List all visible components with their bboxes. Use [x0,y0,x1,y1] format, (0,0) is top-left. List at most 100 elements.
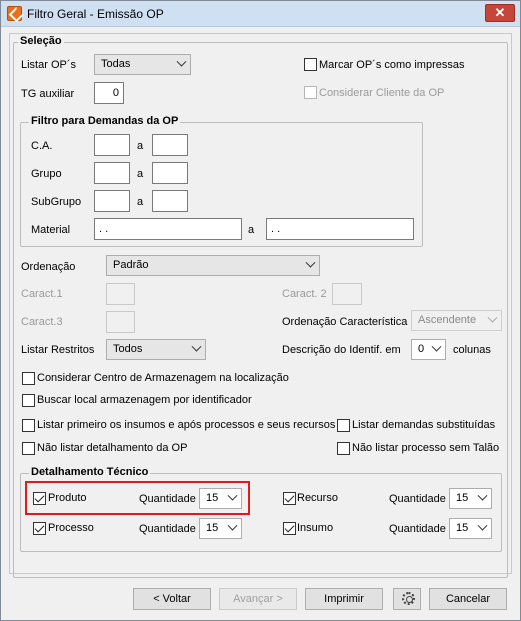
subgrupo-label: SubGrupo [31,196,82,208]
dialog-window: Filtro Geral - Emissão OP ✕ Seleção List… [0,0,521,621]
recurso-quantidade-select[interactable]: 15 [449,488,492,509]
material-label: Material [31,224,71,236]
recurso-quantidade-label: Quantidade [389,493,446,505]
close-button[interactable]: ✕ [485,4,515,22]
nao-detalhamento-label: Não listar detalhamento da OP [37,442,188,454]
listar-restritos-label: Listar Restritos [21,344,95,356]
material-from-input[interactable]: . . [94,218,242,240]
filtro-demandas-legend: Filtro para Demandas da OP [29,115,181,127]
produto-checkbox[interactable] [33,492,46,505]
grupo-from-input[interactable] [94,162,130,184]
produto-quantidade-value: 15 [206,492,219,504]
selecao-legend: Seleção [18,35,64,47]
chevron-down-icon [191,341,202,352]
ordenacao-label: Ordenação [21,261,76,273]
grupo-a-label: a [137,168,144,180]
buscar-local-label: Buscar local armazenagem por identificad… [37,394,252,406]
insumo-checkbox[interactable] [283,522,296,535]
marcar-impressas-label: Marcar OP´s como impressas [319,59,465,71]
tg-auxiliar-input[interactable]: 0 [94,82,124,104]
processo-quantidade-value: 15 [206,522,219,534]
buscar-local-checkbox[interactable] [22,394,35,407]
descricao-identif-label: Descrição do Identif. em [282,344,401,356]
listar-op-select[interactable]: Todas [94,54,191,75]
cancelar-button-label: Cancelar [445,593,491,605]
nao-detalhamento-checkbox[interactable] [22,442,35,455]
ordenacao-caracteristica-label: Ordenação Característica [282,316,408,328]
insumo-quantidade-select[interactable]: 15 [449,518,492,539]
nao-processo-checkbox[interactable] [337,442,350,455]
ordenacao-caracteristica-value: Ascendente [418,314,477,326]
imprimir-button[interactable]: Imprimir [305,588,383,610]
ca-label: C.A. [31,140,53,152]
centro-armazenagem-checkbox[interactable] [22,372,35,385]
ca-to-input[interactable] [152,134,188,156]
tg-auxiliar-label: TG auxiliar [21,88,75,100]
caract3-input[interactable] [106,311,135,333]
caract1-input[interactable] [106,283,135,305]
chevron-down-icon [477,490,488,501]
chevron-down-icon [227,520,238,531]
grupo-label: Grupo [31,168,62,180]
avancar-button-label: Avançar > [233,593,283,605]
caract2-input[interactable] [332,283,362,305]
produto-quantidade-select[interactable]: 15 [199,488,242,509]
voltar-button-label: < Voltar [153,593,191,605]
window-title: Filtro Geral - Emissão OP [27,7,164,21]
grupo-to-input[interactable] [152,162,188,184]
title-bar: Filtro Geral - Emissão OP ✕ [1,1,520,27]
chevron-down-icon [431,341,442,352]
app-icon [7,6,22,21]
considerar-cliente-checkbox[interactable] [304,86,317,99]
marcar-impressas-checkbox[interactable] [304,58,317,71]
subgrupo-a-label: a [137,196,144,208]
recurso-checkbox[interactable] [283,492,296,505]
material-to-input[interactable]: . . [266,218,414,240]
subgrupo-from-input[interactable] [94,190,130,212]
colunas-value: 0 [418,343,425,355]
ordenacao-caracteristica-select[interactable]: Ascendente [411,310,502,331]
listar-restritos-select[interactable]: Todos [106,339,206,360]
caract1-label: Caract.1 [21,288,63,300]
processo-checkbox[interactable] [33,522,46,535]
material-a-label: a [248,224,255,236]
voltar-button[interactable]: < Voltar [133,588,211,610]
processo-label: Processo [48,522,94,534]
imprimir-button-label: Imprimir [324,593,364,605]
chevron-down-icon [305,257,316,268]
listar-insumos-checkbox[interactable] [22,419,35,432]
produto-label: Produto [48,492,87,504]
processo-quantidade-select[interactable]: 15 [199,518,242,539]
settings-button[interactable] [393,588,421,610]
ordenacao-value: Padrão [113,259,149,271]
colunas-label: colunas [453,344,491,356]
listar-substituidas-checkbox[interactable] [337,419,350,432]
caract3-label: Caract.3 [21,316,63,328]
processo-quantidade-label: Quantidade [139,523,196,535]
listar-op-label: Listar OP´s [21,59,77,71]
insumo-quantidade-value: 15 [456,522,469,534]
considerar-cliente-label: Considerar Cliente da OP [319,87,445,99]
listar-substituidas-label: Listar demandas substituídas [352,419,496,431]
gear-icon [402,592,415,605]
listar-op-value: Todas [101,58,131,70]
insumo-quantidade-label: Quantidade [389,523,446,535]
recurso-quantidade-value: 15 [456,492,469,504]
subgrupo-to-input[interactable] [152,190,188,212]
ca-a-label: a [137,140,144,152]
nao-processo-label: Não listar processo sem Talão [352,442,500,454]
chevron-down-icon [477,520,488,531]
insumo-label: Insumo [297,522,334,534]
recurso-label: Recurso [297,492,338,504]
produto-quantidade-label: Quantidade [139,493,196,505]
chevron-down-icon [176,56,187,67]
ordenacao-select[interactable]: Padrão [106,255,320,276]
chevron-down-icon [487,312,498,323]
ca-from-input[interactable] [94,134,130,156]
cancelar-button[interactable]: Cancelar [429,588,507,610]
colunas-select[interactable]: 0 [411,339,446,360]
detalhamento-legend: Detalhamento Técnico [29,466,151,478]
listar-insumos-label: Listar primeiro os insumos e após proces… [37,419,336,431]
listar-restritos-value: Todos [113,343,143,355]
avancar-button[interactable]: Avançar > [219,588,297,610]
